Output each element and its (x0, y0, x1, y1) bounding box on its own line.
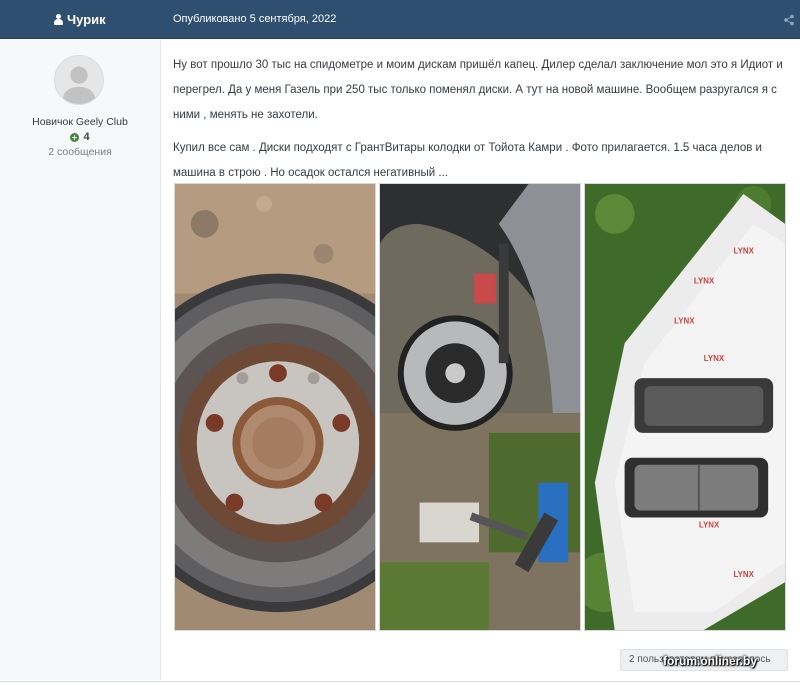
post-count: 2 сообщения (48, 146, 112, 158)
author-pane: Новичок Geely Club 4 2 сообщения (0, 40, 161, 680)
divider (0, 681, 800, 682)
post-paragraph: Ну вот прошло 30 тыс на спидометре и мои… (173, 59, 783, 121)
watermark: forum.onliner.by (663, 654, 758, 668)
author-name[interactable]: Чурик (67, 12, 106, 27)
lynx-logo: LYNX (699, 520, 720, 529)
lynx-logo: LYNX (694, 277, 715, 286)
brake-pads-photo[interactable]: LYNX LYNX LYNX LYNX LYNX LYNX (584, 183, 786, 631)
share-icon[interactable] (783, 14, 795, 26)
lynx-logo: LYNX (734, 570, 755, 579)
reputation-value: 4 (83, 131, 90, 143)
lynx-logo: LYNX (734, 247, 755, 256)
lynx-logo: LYNX (674, 316, 695, 325)
author-name-link[interactable]: Чурик (54, 12, 106, 27)
avatar[interactable] (54, 55, 104, 105)
plus-circle-icon (70, 132, 80, 142)
brake-disc-photo[interactable] (174, 183, 376, 631)
post-date[interactable]: Опубликовано 5 сентября, 2022 (173, 13, 336, 25)
wheel-hub-photo[interactable] (379, 183, 581, 631)
post-header: Чурик Опубликовано 5 сентября, 2022 (0, 0, 800, 39)
lynx-logo: LYNX (704, 354, 725, 363)
member-group: Новичок Geely Club (32, 116, 128, 128)
user-icon (54, 14, 63, 25)
post-paragraph: Купил все сам . Диски подходят с ГрантВи… (173, 142, 762, 179)
reputation-badge: 4 (0, 131, 160, 143)
post-body: Ну вот прошло 30 тыс на спидометре и мои… (173, 53, 788, 194)
